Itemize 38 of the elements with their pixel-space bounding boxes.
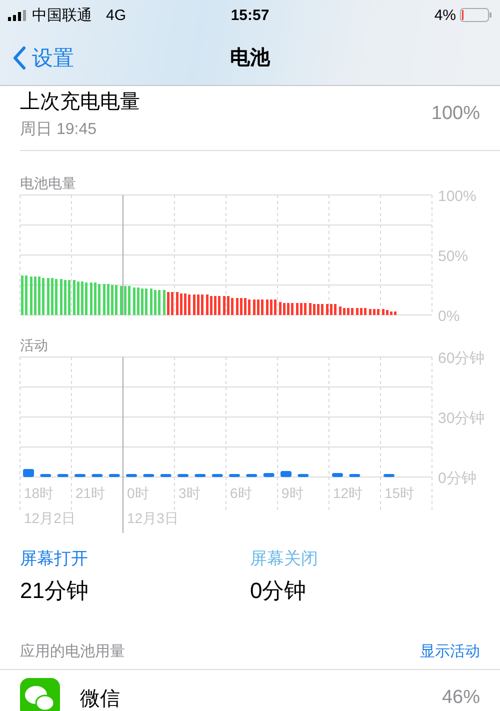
section-header: 应用的电池用量 <box>20 642 125 661</box>
app-name: 微信 <box>80 686 121 711</box>
date-label: 12月3日 <box>127 510 178 526</box>
screen-label: 屏幕打开 <box>20 548 89 570</box>
axis-label: 15时 <box>384 485 414 501</box>
screen-label: 屏幕关闭 <box>250 548 319 570</box>
axis-label: 0时 <box>127 485 149 501</box>
axis-label: 0分钟 <box>438 470 476 487</box>
back-button[interactable]: 设置 <box>0 44 74 72</box>
date-label: 12月2日 <box>24 510 76 526</box>
chevron-left-icon <box>12 46 26 70</box>
last-charge-label: 上次充电电量 <box>20 90 140 115</box>
chart-title: 活动 <box>19 337 49 355</box>
axis-label: 21时 <box>76 485 106 501</box>
axis-label: 60分钟 <box>438 351 485 367</box>
battery-icon <box>460 8 492 22</box>
screen-time: 21分钟 <box>20 577 90 605</box>
axis-label: 12时 <box>333 485 363 501</box>
axis-label: 9时 <box>282 485 304 501</box>
show-activity-link[interactable]: 显示活动 <box>420 642 480 661</box>
axis-label: 100% <box>438 189 476 205</box>
screen-time: 0分钟 <box>250 577 308 605</box>
page-title: 电池 <box>230 46 270 71</box>
signal-icon <box>8 10 28 20</box>
last-charge-value: 100% <box>431 103 480 125</box>
network-type: 4G <box>106 6 126 24</box>
axis-label: 0% <box>438 308 460 321</box>
app-usage-percent: 46% <box>442 687 480 709</box>
axis-label: 3时 <box>178 485 200 501</box>
axis-label: 6时 <box>230 485 252 501</box>
chart-title: 电池电量 <box>19 175 77 193</box>
carrier: 中国联通 <box>32 6 92 24</box>
axis-label: 18时 <box>24 485 54 501</box>
last-charge-time: 周日 19:45 <box>20 120 98 140</box>
clock: 15:57 <box>230 6 270 24</box>
axis-label: 30分钟 <box>438 410 485 427</box>
axis-label: 50% <box>438 248 468 265</box>
battery-percent: 4% <box>434 6 456 24</box>
